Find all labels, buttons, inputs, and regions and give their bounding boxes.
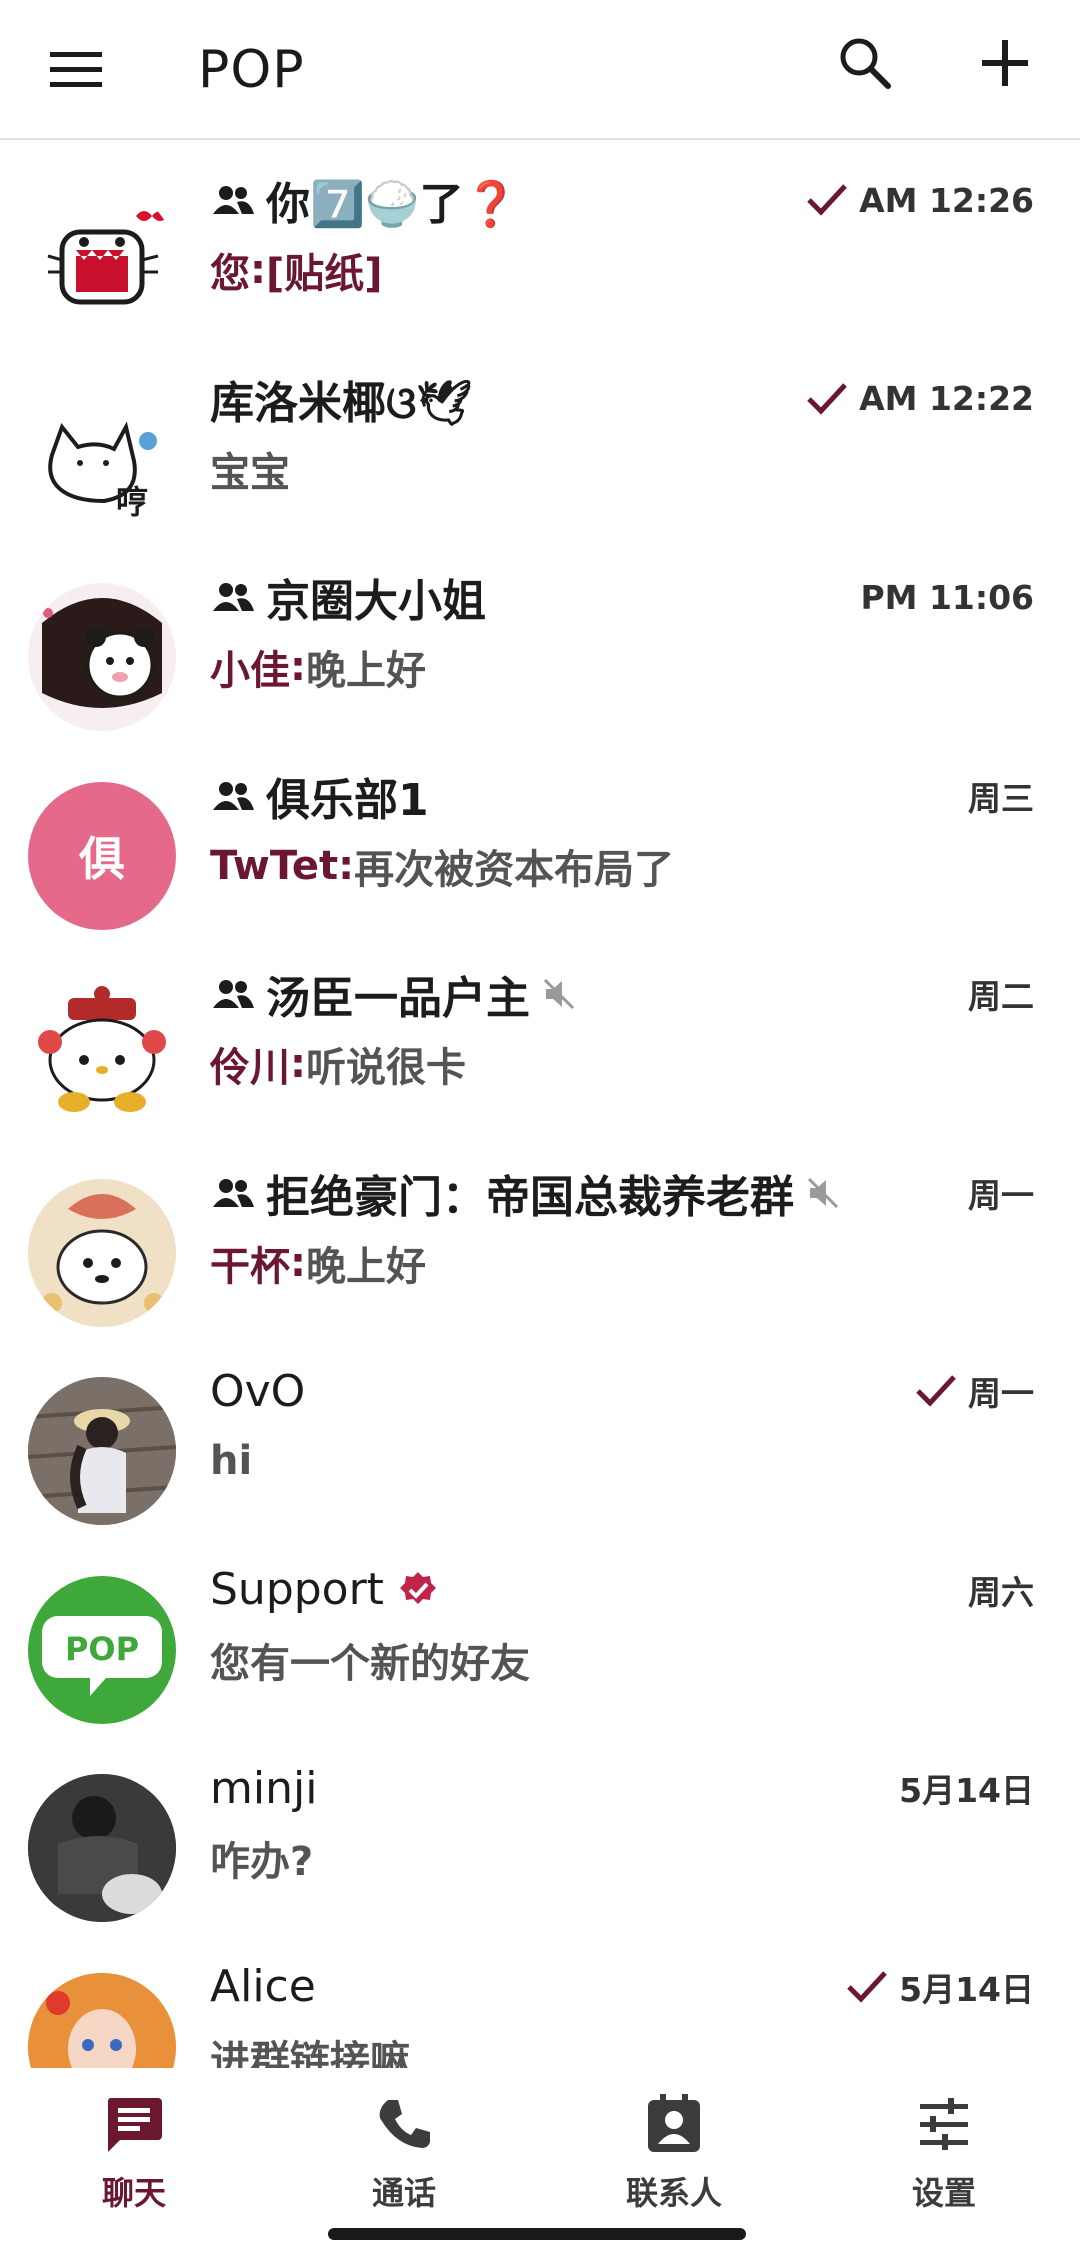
chat-bubble-icon	[102, 2092, 166, 2156]
avatar	[28, 1178, 176, 1327]
chat-name: OvO	[210, 1365, 306, 1417]
top-app-bar: POP	[0, 0, 1080, 140]
home-indicator[interactable]	[328, 2228, 746, 2240]
chat-name: 拒绝豪门：帝国总裁养老群	[266, 1171, 794, 1223]
chat-row[interactable]: 拒绝豪门：帝国总裁养老群 周一 干杯: 晚上好	[0, 1135, 1080, 1334]
sent-check-icon	[805, 381, 849, 417]
message-sender: 小佳	[210, 648, 290, 694]
nav-label: 聊天	[101, 2174, 166, 2212]
plus-icon	[982, 40, 1028, 86]
chat-name: Support	[210, 1564, 384, 1615]
menu-button[interactable]	[46, 40, 106, 100]
chat-row[interactable]: Alice 5月14日 进群链接嘛	[0, 1929, 1080, 2069]
message-preview: [贴纸]	[266, 251, 383, 297]
chat-row[interactable]: 俱 俱乐部1 周三 TwTet: 再次被资本布局了	[0, 738, 1080, 937]
chat-time: AM 12:22	[859, 379, 1034, 418]
nav-tab-calls[interactable]: 通话	[304, 2092, 504, 2232]
add-button[interactable]	[972, 30, 1038, 96]
avatar	[28, 583, 176, 731]
chat-row[interactable]: 你7️⃣🍚了❓ AM 12:26 您: [贴纸]	[0, 142, 1080, 341]
chat-name: 俱乐部1	[266, 774, 429, 826]
contact-card-icon	[642, 2092, 706, 2156]
chat-row[interactable]: minji 5月14日 咋办?	[0, 1730, 1080, 1929]
nav-tab-settings[interactable]: 设置	[844, 2092, 1044, 2232]
message-sender: 干杯	[210, 1243, 290, 1290]
sliders-icon	[912, 2092, 976, 2156]
message-preview: 宝宝	[210, 449, 290, 496]
nav-label: 通话	[371, 2174, 436, 2212]
nav-tab-contacts[interactable]: 联系人	[574, 2092, 774, 2232]
group-icon	[210, 776, 256, 816]
chat-name: 京圈大小姐	[266, 576, 486, 627]
message-preview: 晚上好	[306, 648, 426, 694]
nav-label: 联系人	[625, 2174, 722, 2212]
message-preview: 再次被资本布局了	[354, 846, 675, 893]
message-sender: 伶川	[210, 1045, 290, 1091]
group-icon	[210, 577, 256, 617]
avatar	[28, 980, 176, 1128]
nav-tab-chats[interactable]: 聊天	[34, 2092, 234, 2232]
avatar	[28, 1972, 176, 2068]
chat-time: 5月14日	[899, 1771, 1034, 1810]
chat-name: 库洛米椰ଓ🕊	[210, 377, 473, 429]
chat-time: 周一	[968, 1374, 1034, 1413]
chat-time: 周一	[968, 1175, 1034, 1215]
chat-time: 周六	[968, 1572, 1034, 1612]
mute-icon	[542, 977, 576, 1011]
message-preview: 进群链接嘛	[210, 2037, 410, 2069]
chat-name: minji	[210, 1762, 318, 1814]
chat-row[interactable]: 汤臣一品户主 周二 伶川: 听说很卡	[0, 936, 1080, 1135]
message-preview: 咋办?	[210, 1839, 314, 1885]
message-sender: 您	[210, 251, 250, 297]
chat-name: Alice	[210, 1961, 316, 2012]
chat-list: 你7️⃣🍚了❓ AM 12:26 您: [贴纸] 哼 库洛米椰ଓ🕊 AM 12:…	[0, 142, 1080, 2068]
search-button[interactable]	[832, 30, 898, 96]
avatar	[28, 186, 176, 334]
group-icon	[210, 180, 256, 220]
avatar: POP	[28, 1575, 176, 1724]
sent-check-icon	[805, 182, 849, 218]
avatar	[28, 1774, 176, 1922]
chat-name: 你7️⃣🍚了❓	[266, 179, 519, 230]
avatar-text: 哼	[116, 483, 148, 521]
chat-time: 5月14日	[899, 1969, 1034, 2009]
avatar-text: POP	[65, 1630, 139, 1668]
chat-name: 汤臣一品户主	[266, 973, 530, 1024]
verified-badge-icon	[398, 1570, 438, 1610]
group-icon	[210, 974, 256, 1014]
app-title: POP	[198, 40, 305, 100]
search-icon	[840, 38, 891, 89]
chat-row[interactable]: POP Support 周六 您有一个新的好友	[0, 1532, 1080, 1731]
avatar: 俱	[28, 781, 176, 930]
message-sender: TwTet	[210, 842, 339, 889]
phone-icon	[372, 2092, 436, 2156]
hamburger-menu-icon	[50, 52, 102, 87]
message-preview: hi	[210, 1438, 253, 1484]
mute-icon	[806, 1176, 840, 1210]
sent-check-icon	[845, 1969, 889, 2005]
chat-row[interactable]: OvO 周一 hi	[0, 1333, 1080, 1532]
chat-time: 周二	[968, 977, 1034, 1016]
nav-label: 设置	[911, 2174, 976, 2212]
message-preview: 您有一个新的好友	[210, 1640, 530, 1687]
avatar: 哼	[28, 384, 176, 533]
message-preview: 听说很卡	[306, 1045, 466, 1091]
chat-time: PM 11:06	[860, 577, 1034, 617]
avatar-text: 俱	[79, 831, 125, 886]
chat-row[interactable]: 哼 库洛米椰ଓ🕊 AM 12:22 宝宝	[0, 341, 1080, 540]
avatar	[28, 1377, 176, 1525]
chat-time: 周三	[968, 778, 1034, 818]
message-preview: 晚上好	[306, 1243, 426, 1290]
sent-check-icon	[914, 1373, 958, 1409]
chat-row[interactable]: 京圈大小姐 PM 11:06 小佳: 晚上好	[0, 539, 1080, 738]
group-icon	[210, 1173, 256, 1213]
chat-time: AM 12:26	[859, 180, 1034, 220]
